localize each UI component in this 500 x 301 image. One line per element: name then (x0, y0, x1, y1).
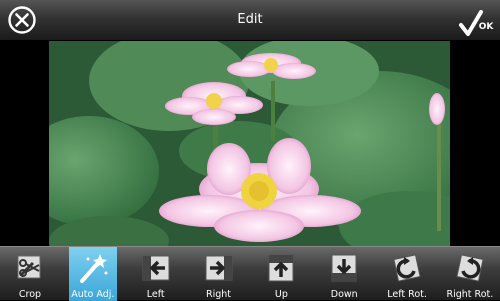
crop-icon (17, 255, 41, 279)
crop-label: Crop (18, 289, 42, 300)
rotate-right-button[interactable]: Right Rot. (446, 247, 494, 301)
photo-viewport (0, 41, 500, 246)
move-left-button[interactable]: Left (132, 247, 180, 301)
rotate-right-icon (456, 254, 484, 282)
title-bar: Edit OK (0, 0, 500, 41)
edit-toolbar: Crop Auto Adj. Left Right Up Down Left R… (0, 246, 500, 301)
rotate-left-icon (393, 254, 421, 282)
move-right-button[interactable]: Right (195, 247, 243, 301)
move-up-label: Up (274, 289, 288, 300)
magic-wand-icon (79, 254, 108, 283)
auto-adjust-button[interactable]: Auto Adj. (68, 247, 117, 301)
rotate-left-button[interactable]: Left Rot. (383, 247, 431, 301)
move-down-button[interactable]: Down (320, 247, 368, 301)
auto-adjust-label: Auto Adj. (71, 289, 115, 300)
edited-photo[interactable] (49, 41, 450, 246)
close-icon (8, 6, 36, 34)
arrow-up-icon (268, 254, 294, 282)
ok-button[interactable]: OK (456, 2, 496, 38)
move-up-button[interactable]: Up (257, 247, 305, 301)
move-down-label: Down (330, 289, 358, 300)
rotate-left-label: Left Rot. (387, 289, 427, 300)
rotate-right-label: Right Rot. (446, 289, 494, 300)
close-button[interactable] (6, 4, 38, 36)
crop-button[interactable]: Crop (6, 247, 54, 301)
arrow-down-icon (331, 254, 357, 282)
move-right-label: Right (206, 289, 232, 300)
arrow-right-icon (205, 255, 233, 281)
move-left-label: Left (146, 289, 165, 300)
page-title: Edit (237, 12, 263, 27)
ok-label: OK (478, 22, 494, 32)
lotus-photo-image (49, 41, 450, 246)
arrow-left-icon (142, 255, 170, 281)
